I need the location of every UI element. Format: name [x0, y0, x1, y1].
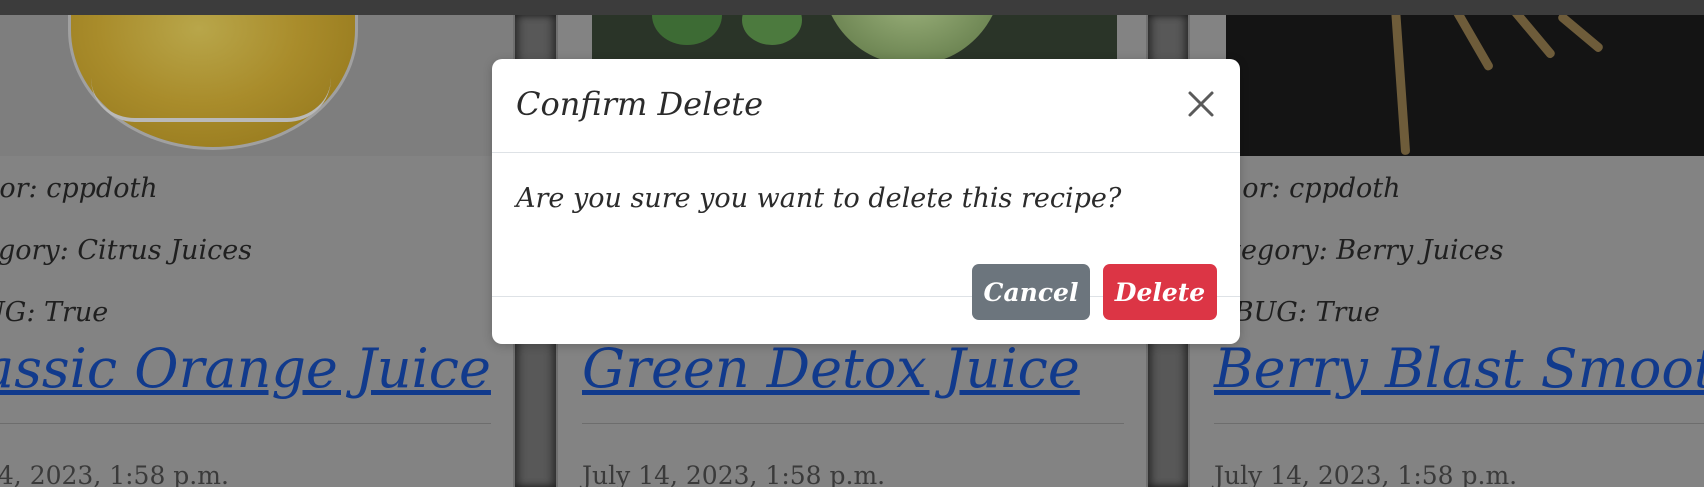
- recipe-category: ategory: Berry Juices: [1214, 235, 1504, 266]
- confirm-delete-modal: Confirm Delete Are you sure you want to …: [492, 59, 1240, 344]
- cinnamon-stick-image: [1390, 15, 1411, 156]
- green-juice-cup-image: [822, 15, 1002, 65]
- recipe-title-link[interactable]: assic Orange Juice: [0, 337, 513, 400]
- recipe-card: thor: cppdoth ategory: Berry Juices EBUG…: [1188, 15, 1704, 487]
- recipe-title-link[interactable]: Berry Blast Smoothie: [1214, 337, 1704, 400]
- modal-title: Confirm Delete: [516, 85, 764, 123]
- leaf-image: [652, 15, 722, 45]
- recipe-date: 14, 2023, 1:58 p.m.: [0, 461, 229, 487]
- modal-header: Confirm Delete: [492, 59, 1240, 153]
- recipe-image: [0, 15, 513, 156]
- cinnamon-stick-image: [1504, 15, 1557, 60]
- recipe-author: thor: cppdoth: [1214, 173, 1401, 204]
- recipe-image: [1226, 15, 1704, 156]
- recipe-title-link[interactable]: Green Detox Juice: [582, 337, 1146, 400]
- modal-message: Are you sure you want to delete this rec…: [516, 183, 1122, 214]
- divider: [582, 423, 1124, 424]
- divider: [1214, 423, 1704, 424]
- cinnamon-stick-image: [1446, 15, 1495, 72]
- recipe-date: July 14, 2023, 1:58 p.m.: [582, 461, 886, 487]
- recipe-category: egory: Citrus Juices: [0, 235, 253, 266]
- leaf-image: [742, 15, 802, 45]
- cinnamon-stick-image: [1556, 15, 1605, 54]
- orange-juice-glass-image: [68, 15, 358, 150]
- delete-button[interactable]: Delete: [1103, 264, 1217, 320]
- recipe-author: hor: cppdoth: [0, 173, 158, 204]
- recipe-debug: UG: True: [0, 297, 109, 328]
- recipe-date: July 14, 2023, 1:58 p.m.: [1214, 461, 1518, 487]
- close-icon: [1188, 91, 1214, 117]
- browser-top-bar: [0, 0, 1704, 15]
- divider: [0, 423, 491, 424]
- recipe-debug: EBUG: True: [1214, 297, 1380, 328]
- recipe-card: hor: cppdoth egory: Citrus Juices UG: Tr…: [0, 15, 515, 487]
- close-button[interactable]: [1184, 87, 1218, 121]
- cancel-button[interactable]: Cancel: [972, 264, 1090, 320]
